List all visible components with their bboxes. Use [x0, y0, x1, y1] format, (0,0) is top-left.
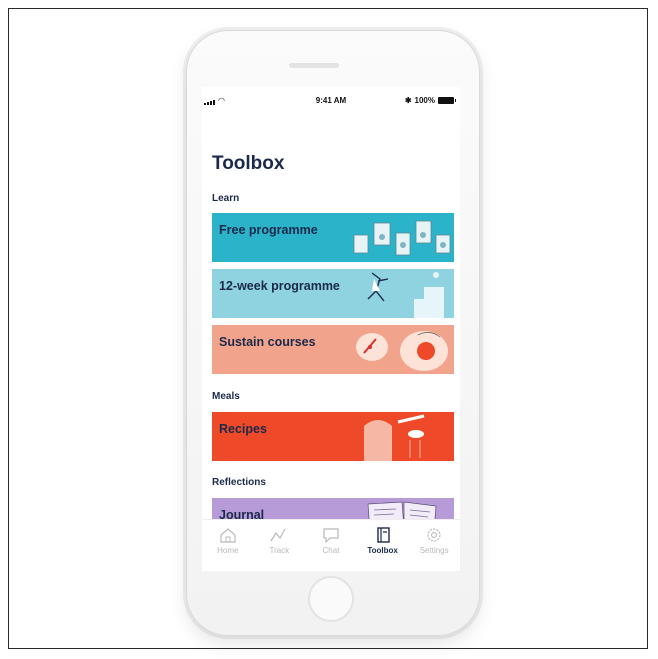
tab-settings[interactable]: Settings — [409, 520, 459, 571]
tab-track[interactable]: Track — [254, 520, 304, 571]
page-title: Toolbox — [212, 153, 285, 174]
home-hardware-button[interactable] — [308, 576, 354, 622]
card-label: Free programme — [219, 223, 318, 237]
card-label: 12-week programme — [219, 279, 340, 293]
tab-label: Toolbox — [367, 546, 398, 555]
tab-label: Home — [217, 546, 239, 555]
section-reflections: Reflections — [212, 477, 266, 488]
card-sustain-courses[interactable]: Sustain courses — [212, 325, 454, 374]
app-screen: ◠ 9:41 AM ✱ 100% Toolbox Learn Free prog… — [202, 87, 460, 571]
runner-illustration — [367, 272, 444, 318]
chat-bubble-icon — [323, 528, 339, 543]
bluetooth-icon: ✱ — [404, 96, 412, 105]
status-right: ✱ 100% — [404, 96, 456, 105]
tab-home[interactable]: Home — [203, 520, 253, 571]
battery-icon — [438, 97, 456, 104]
gear-icon — [427, 528, 441, 542]
jars-illustration — [353, 220, 451, 256]
section-meals: Meals — [212, 391, 240, 402]
tab-label: Chat — [322, 546, 340, 555]
section-learn: Learn — [212, 193, 240, 204]
home-icon — [220, 528, 236, 543]
chart-line-icon — [270, 528, 286, 542]
card-label: Sustain courses — [219, 335, 316, 349]
thought-clouds-illustration — [356, 331, 448, 371]
card-12-week-programme[interactable]: 12-week programme — [212, 269, 454, 318]
status-bar: ◠ 9:41 AM ✱ 100% — [202, 95, 460, 109]
card-free-programme[interactable]: Free programme — [212, 213, 454, 262]
tab-toolbox[interactable]: Toolbox — [358, 520, 408, 571]
card-label: Recipes — [219, 422, 267, 436]
bottom-tab-bar: Home Track Chat Toolbox Settings — [202, 519, 460, 571]
battery-percent: 100% — [414, 96, 435, 105]
book-icon — [376, 527, 390, 543]
cooking-illustration — [364, 414, 425, 461]
tab-label: Settings — [419, 546, 449, 555]
tab-label: Track — [269, 546, 290, 555]
card-recipes[interactable]: Recipes — [212, 412, 454, 461]
earpiece — [289, 63, 339, 68]
tab-chat[interactable]: Chat — [306, 520, 356, 571]
